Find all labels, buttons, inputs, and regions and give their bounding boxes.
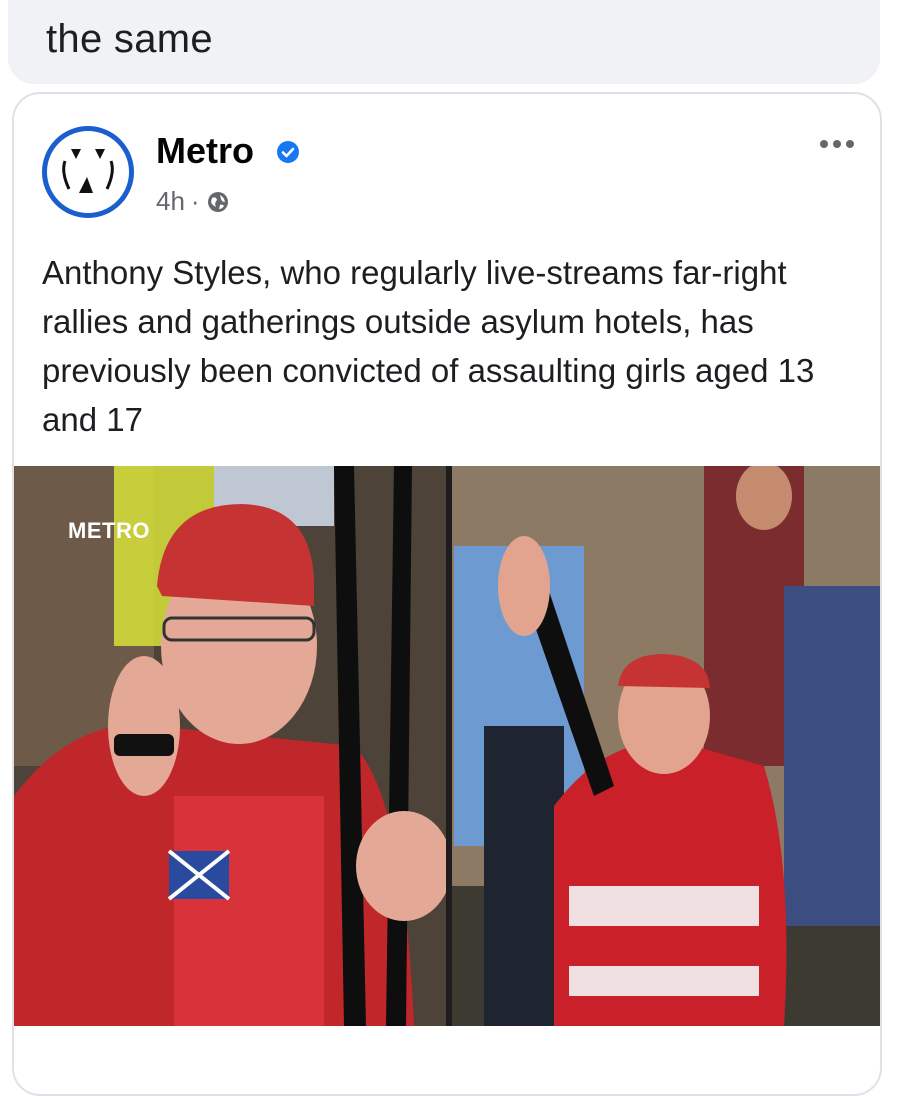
- post-photo[interactable]: METRO: [14, 466, 880, 1026]
- metro-logo-avatar[interactable]: [42, 126, 134, 218]
- comment-text: the same: [46, 17, 213, 61]
- globe-icon: [207, 191, 228, 212]
- photo-collage-image: [14, 466, 880, 1026]
- metro-logo-icon: [62, 149, 114, 193]
- post-meta: 4h ·: [156, 186, 230, 217]
- dot-icon: [820, 140, 828, 148]
- comment-bubble: the same: [8, 0, 880, 84]
- meta-separator: ·: [190, 186, 200, 216]
- more-options-button[interactable]: [820, 140, 854, 148]
- dot-icon: [846, 140, 854, 148]
- photo-watermark: METRO: [68, 518, 150, 543]
- post-time[interactable]: 4h: [156, 186, 185, 217]
- shared-post-card[interactable]: Metro 4h · Anthony Styles, who regularly…: [12, 92, 882, 1096]
- verified-badge-icon: [277, 141, 299, 163]
- dot-icon: [833, 140, 841, 148]
- page-name[interactable]: Metro: [156, 130, 254, 172]
- post-text: Anthony Styles, who regularly live-strea…: [42, 254, 815, 438]
